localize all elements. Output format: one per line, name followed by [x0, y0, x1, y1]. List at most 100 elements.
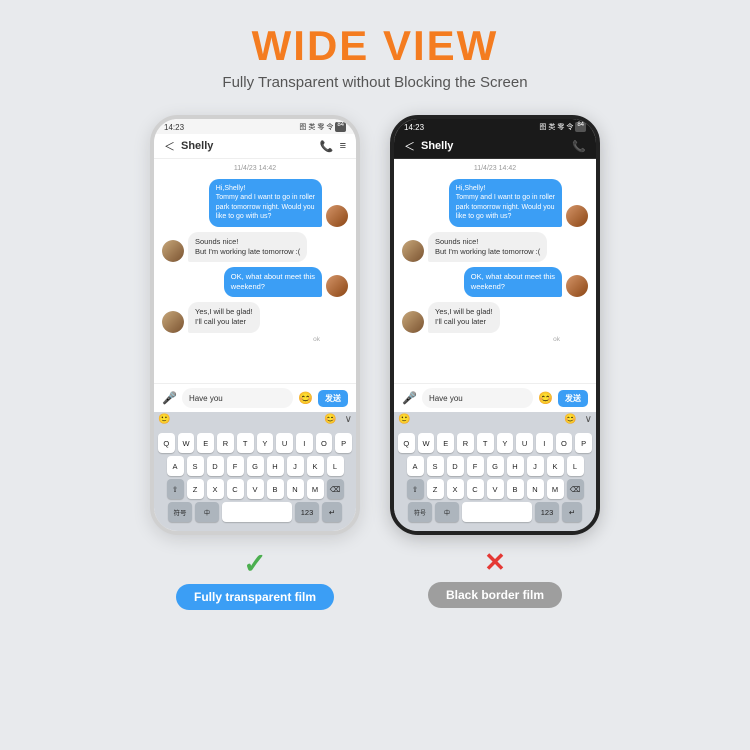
- r-key-p[interactable]: P: [575, 433, 592, 453]
- left-kb-toolbar-right: 😊 ∨: [324, 414, 352, 425]
- key-fn-left[interactable]: 符号: [168, 502, 192, 522]
- key-i[interactable]: I: [296, 433, 313, 453]
- left-chevron-icon: ∨: [345, 414, 352, 425]
- key-f[interactable]: F: [227, 456, 244, 476]
- key-r[interactable]: R: [217, 433, 234, 453]
- r-key-x[interactable]: X: [447, 479, 464, 499]
- r-key-m[interactable]: M: [547, 479, 564, 499]
- cross-mark: ✕: [484, 547, 506, 578]
- left-chat-header: ＜ Shelly 📞 ≡: [154, 134, 356, 159]
- right-back-arrow: ＜: [404, 138, 415, 154]
- key-u[interactable]: U: [276, 433, 293, 453]
- r-key-w[interactable]: W: [418, 433, 435, 453]
- header: WIDE VIEW Fully Transparent without Bloc…: [222, 0, 527, 97]
- key-backspace[interactable]: ⌫: [327, 479, 344, 499]
- key-d[interactable]: D: [207, 456, 224, 476]
- r-key-v[interactable]: V: [487, 479, 504, 499]
- right-phone-wrapper: 14:23 图 类 零 令 84 ＜ Shelly 📞 11/4/23 1: [390, 115, 600, 608]
- key-chinese[interactable]: 中: [195, 502, 219, 522]
- key-n[interactable]: N: [287, 479, 304, 499]
- r-key-chinese[interactable]: 中: [435, 502, 459, 522]
- r-key-shift[interactable]: ⇧: [407, 479, 424, 499]
- right-input-field[interactable]: Have you: [422, 388, 533, 408]
- key-b[interactable]: B: [267, 479, 284, 499]
- key-y[interactable]: Y: [257, 433, 274, 453]
- left-emoji-icon: 😊: [298, 391, 313, 405]
- key-z[interactable]: Z: [187, 479, 204, 499]
- left-bubble-4: Yes,I will be glad!I'll call you later: [188, 302, 260, 332]
- r-key-fn-left[interactable]: 符号: [408, 502, 432, 522]
- r-key-u[interactable]: U: [516, 433, 533, 453]
- r-key-o[interactable]: O: [556, 433, 573, 453]
- r-key-i[interactable]: I: [536, 433, 553, 453]
- r-key-s[interactable]: S: [427, 456, 444, 476]
- r-key-a[interactable]: A: [407, 456, 424, 476]
- left-send-button[interactable]: 发送: [318, 390, 348, 407]
- right-phone: 14:23 图 类 零 令 84 ＜ Shelly 📞 11/4/23 1: [390, 115, 600, 535]
- key-k[interactable]: K: [307, 456, 324, 476]
- left-kb-row1: Q W E R T Y U I O P: [158, 433, 352, 453]
- r-key-z[interactable]: Z: [427, 479, 444, 499]
- key-q[interactable]: Q: [158, 433, 175, 453]
- r-key-h[interactable]: H: [507, 456, 524, 476]
- right-send-button[interactable]: 发送: [558, 390, 588, 407]
- left-input-field[interactable]: Have you: [182, 388, 293, 408]
- key-p[interactable]: P: [335, 433, 352, 453]
- left-emoji-kb-icon: 😊: [324, 414, 336, 425]
- r-key-e[interactable]: E: [437, 433, 454, 453]
- left-back-arrow: ＜: [164, 138, 175, 154]
- key-m[interactable]: M: [307, 479, 324, 499]
- phone-icon: 📞: [320, 140, 334, 153]
- key-h[interactable]: H: [267, 456, 284, 476]
- r-key-y[interactable]: Y: [497, 433, 514, 453]
- key-enter[interactable]: ↵: [322, 502, 342, 522]
- right-bubble-4: Yes,I will be glad!I'll call you later: [428, 302, 500, 332]
- r-key-r[interactable]: R: [457, 433, 474, 453]
- r-key-q[interactable]: Q: [398, 433, 415, 453]
- page-title: WIDE VIEW: [222, 22, 527, 70]
- left-bubble-1: Hi,Shelly!Tommy and I want to go in roll…: [209, 179, 322, 227]
- key-s[interactable]: S: [187, 456, 204, 476]
- r-key-n[interactable]: N: [527, 479, 544, 499]
- key-l[interactable]: L: [327, 456, 344, 476]
- key-x[interactable]: X: [207, 479, 224, 499]
- r-key-space[interactable]: [462, 502, 532, 522]
- left-kb-row4: 符号 中 123 ↵: [158, 502, 352, 522]
- left-sticker-icon: 🙂: [158, 414, 170, 425]
- right-msg-2: Sounds nice!But I'm working late tomorro…: [402, 232, 588, 262]
- key-shift[interactable]: ⇧: [167, 479, 184, 499]
- left-status-time: 14:23: [164, 123, 184, 132]
- r-key-t[interactable]: T: [477, 433, 494, 453]
- r-key-d[interactable]: D: [447, 456, 464, 476]
- r-key-123[interactable]: 123: [535, 502, 559, 522]
- left-chat-name: Shelly: [181, 140, 314, 152]
- r-key-enter[interactable]: ↵: [562, 502, 582, 522]
- key-j[interactable]: J: [287, 456, 304, 476]
- key-a[interactable]: A: [167, 456, 184, 476]
- r-key-b[interactable]: B: [507, 479, 524, 499]
- key-123[interactable]: 123: [295, 502, 319, 522]
- right-phone-label: ✕ Black border film: [428, 547, 562, 608]
- r-key-j[interactable]: J: [527, 456, 544, 476]
- key-space[interactable]: [222, 502, 292, 522]
- right-mic-icon: 🎤: [402, 391, 417, 405]
- r-key-g[interactable]: G: [487, 456, 504, 476]
- key-t[interactable]: T: [237, 433, 254, 453]
- key-w[interactable]: W: [178, 433, 195, 453]
- r-key-c[interactable]: C: [467, 479, 484, 499]
- key-v[interactable]: V: [247, 479, 264, 499]
- key-e[interactable]: E: [197, 433, 214, 453]
- right-sticker-icon: 🙂: [398, 414, 410, 425]
- right-kb-row4: 符号 中 123 ↵: [398, 502, 592, 522]
- r-key-k[interactable]: K: [547, 456, 564, 476]
- key-c[interactable]: C: [227, 479, 244, 499]
- r-key-l[interactable]: L: [567, 456, 584, 476]
- key-g[interactable]: G: [247, 456, 264, 476]
- right-avatar-3: [566, 275, 588, 297]
- left-chat-icons: 📞 ≡: [320, 140, 346, 153]
- right-emoji-kb-icon: 😊: [564, 414, 576, 425]
- right-phone-icon: 📞: [572, 140, 586, 153]
- r-key-f[interactable]: F: [467, 456, 484, 476]
- r-key-backspace[interactable]: ⌫: [567, 479, 584, 499]
- key-o[interactable]: O: [316, 433, 333, 453]
